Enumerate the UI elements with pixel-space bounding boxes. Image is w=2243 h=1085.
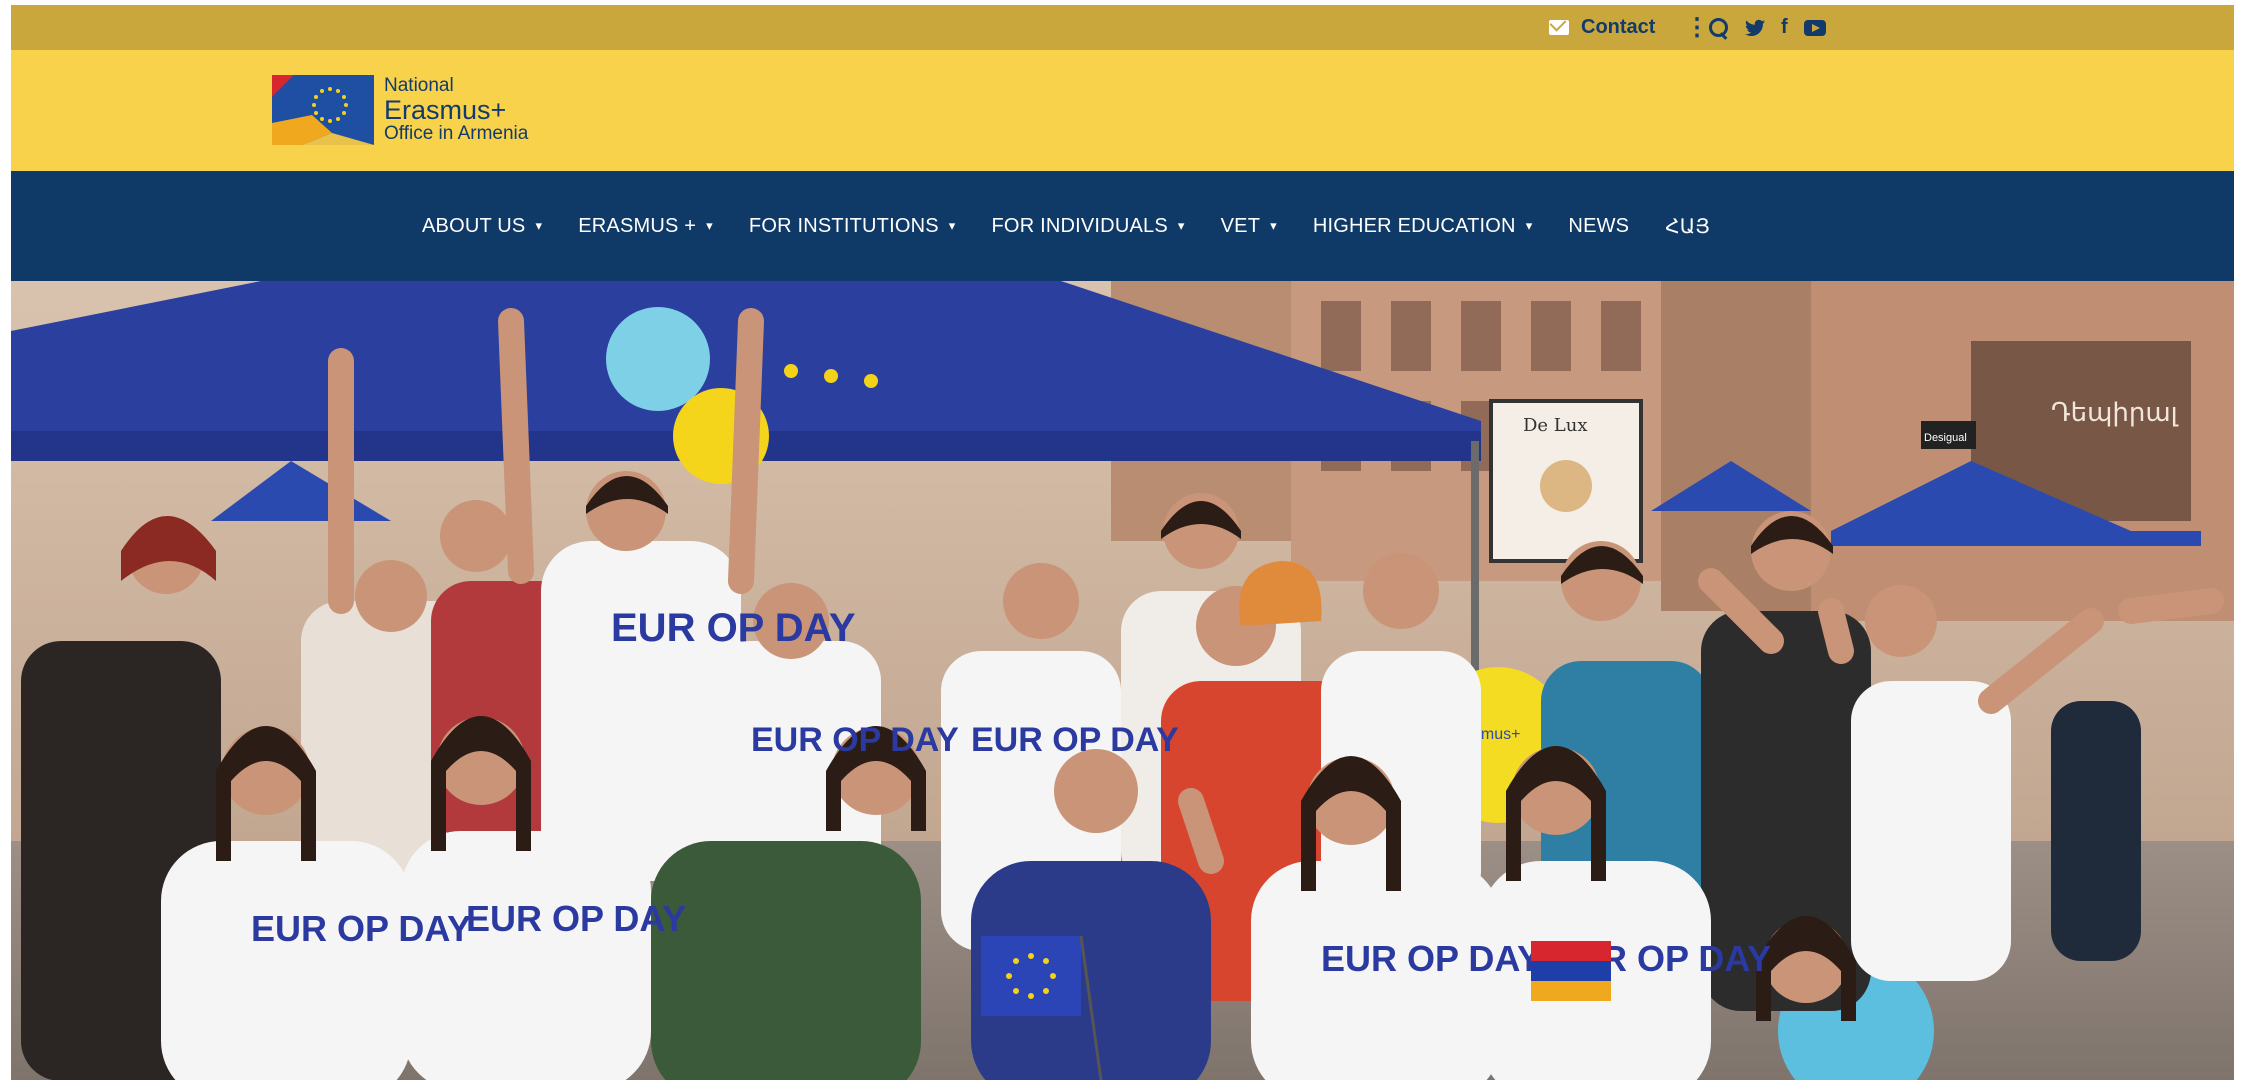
store-brand-sign: Desigual xyxy=(1924,432,1967,444)
contact-link[interactable]: Contact xyxy=(1549,5,1655,50)
top-utility-bar: Contact ⋮ f xyxy=(11,5,2234,50)
svg-text:EUR OP DAY: EUR OP DAY xyxy=(751,721,959,759)
chevron-down-icon: ▾ xyxy=(948,218,956,233)
twitter-icon[interactable] xyxy=(1745,19,1765,37)
nav-item-erasmus[interactable]: ERASMUS + ▾ xyxy=(578,215,713,238)
logo-line-2: Erasmus+ xyxy=(384,94,507,125)
mail-icon xyxy=(1549,20,1569,35)
chevron-down-icon: ▾ xyxy=(1525,218,1533,233)
nav-item-language-armenian[interactable]: ՀԱՅ xyxy=(1665,214,1710,239)
nav-item-label: ABOUT US xyxy=(422,214,526,237)
nav-item-vet[interactable]: VET ▾ xyxy=(1221,215,1277,238)
nav-item-label: VET xyxy=(1220,214,1261,237)
youtube-icon[interactable] xyxy=(1803,19,1826,36)
nav-item-label: FOR INDIVIDUALS xyxy=(991,214,1168,237)
logo-band: National Erasmus+ Office in Armenia xyxy=(11,50,2234,171)
nav-item-about-us[interactable]: ABOUT US ▾ xyxy=(422,215,542,238)
eu-flag xyxy=(981,936,1081,1016)
chevron-down-icon: ▾ xyxy=(1270,218,1277,233)
nav-item-label: ՀԱՅ xyxy=(1665,215,1711,238)
main-navigation: ABOUT US ▾ ERASMUS + ▾ FOR INSTITUTIONS ▾ F… xyxy=(11,171,2234,281)
nav-item-news[interactable]: NEWS xyxy=(1568,215,1629,238)
nav-item-label: FOR INSTITUTIONS xyxy=(748,214,939,237)
hero-image: Դեպիրալ Desigual De Lux Erasmus+ EUR OP … xyxy=(11,281,2234,1080)
topbar-divider: ⋮ xyxy=(1685,14,1709,41)
site-logo[interactable]: National Erasmus+ Office in Armenia xyxy=(272,75,528,145)
nav-item-for-institutions[interactable]: FOR INSTITUTIONS ▾ xyxy=(749,215,956,238)
chevron-down-icon: ▾ xyxy=(1177,218,1185,233)
blue-balloon xyxy=(606,307,710,411)
chevron-down-icon: ▾ xyxy=(706,218,713,233)
svg-text:EUR OP DAY: EUR OP DAY xyxy=(971,721,1179,759)
facebook-icon[interactable]: f xyxy=(1781,16,1788,39)
nav-item-label: NEWS xyxy=(1568,214,1630,237)
nav-item-label: ERASMUS + xyxy=(578,214,697,237)
nav-item-label: HIGHER EDUCATION xyxy=(1312,214,1516,237)
svg-text:EUR OP DAY: EUR OP DAY xyxy=(251,908,471,949)
contact-label: Contact xyxy=(1581,16,1656,38)
nav-item-higher-education[interactable]: HIGHER EDUCATION ▾ xyxy=(1313,215,1533,238)
storefront-sign: Դեպիրալ xyxy=(2051,398,2179,428)
nav-menu: ABOUT US ▾ ERASMUS + ▾ FOR INSTITUTIONS ▾ F… xyxy=(422,171,1710,281)
logo-text: National Erasmus+ Office in Armenia xyxy=(384,74,529,145)
search-icon[interactable] xyxy=(1709,17,1729,38)
logo-flag-icon xyxy=(272,75,374,145)
topbar-icons: f xyxy=(1709,5,1826,50)
chevron-down-icon: ▾ xyxy=(535,218,543,233)
nav-item-for-individuals[interactable]: FOR INDIVIDUALS ▾ xyxy=(992,215,1185,238)
hero-photo-illustration: Դեպիրալ Desigual De Lux Erasmus+ EUR OP … xyxy=(11,281,2234,1080)
svg-text:EUR OP DAY: EUR OP DAY xyxy=(611,606,856,650)
page-frame: Contact ⋮ f National Erasmus+ Office in … xyxy=(11,5,2234,1080)
svg-text:EUR OP DAY: EUR OP DAY xyxy=(466,898,686,939)
logo-line-3: Office in Armenia xyxy=(384,123,529,145)
svg-text:EUR OP DAY: EUR OP DAY xyxy=(1321,938,1541,979)
svg-text:De Lux: De Lux xyxy=(1523,415,1588,436)
logo-line-1: National xyxy=(384,74,454,96)
